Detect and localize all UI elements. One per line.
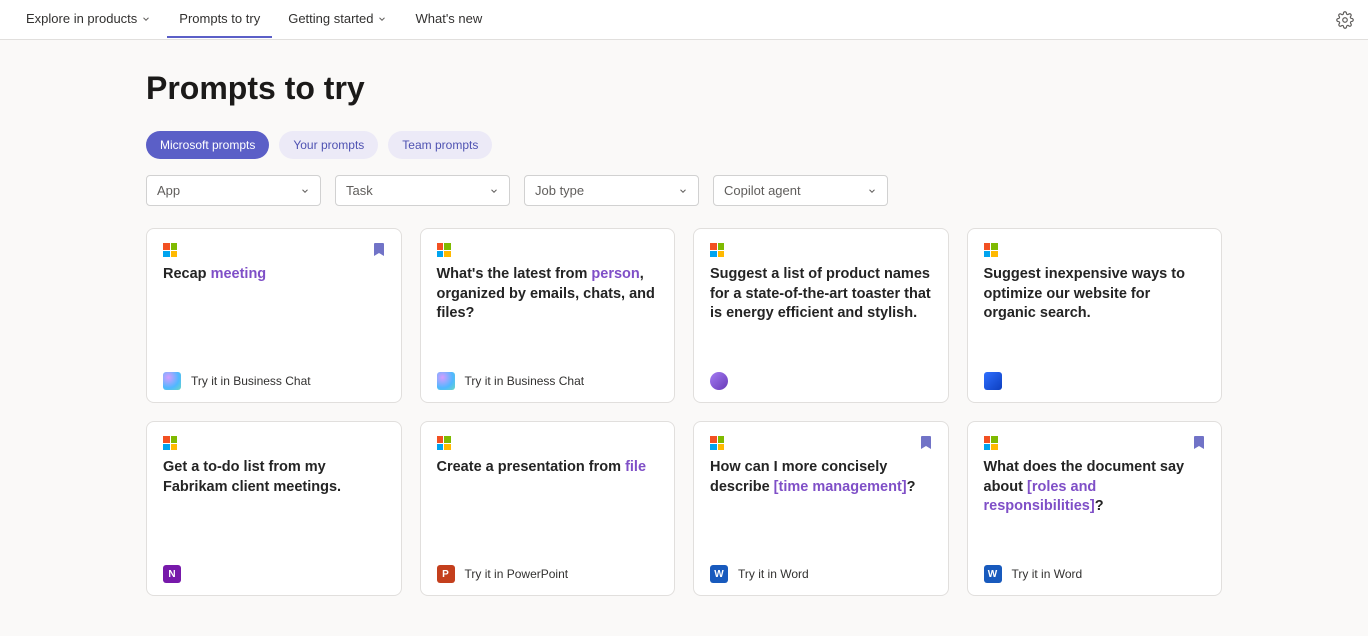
app-clip-icon <box>984 372 1002 390</box>
card-footer[interactable]: P Try it in PowerPoint <box>437 565 659 583</box>
app-loop-icon <box>710 372 728 390</box>
filter-label: Copilot agent <box>724 183 801 198</box>
chevron-down-icon <box>867 186 877 196</box>
prompt-card-4[interactable]: Get a to-do list from my Fabrikam client… <box>146 421 402 596</box>
prompt-card-0[interactable]: Recap meeting Try it in Business Chat <box>146 228 402 403</box>
prompt-text: Recap meeting <box>163 265 385 362</box>
prompt-card-5[interactable]: Create a presentation from file P Try it i… <box>420 421 676 596</box>
footer-label: Try it in PowerPoint <box>465 567 569 581</box>
filter-label: Task <box>346 183 373 198</box>
nav-item-1[interactable]: Prompts to try <box>167 1 272 38</box>
footer-label: Try it in Word <box>738 567 809 581</box>
card-footer[interactable]: N <box>163 565 385 583</box>
filter-select-2[interactable]: Job type <box>524 175 699 206</box>
prompt-text: Suggest a list of product names for a st… <box>710 265 932 362</box>
microsoft-logo-icon <box>710 436 724 450</box>
card-footer[interactable]: W Try it in Word <box>710 565 932 583</box>
footer-label: Try it in Business Chat <box>191 374 311 388</box>
microsoft-logo-icon <box>437 436 451 450</box>
prompt-card-6[interactable]: How can I more concisely describe [time … <box>693 421 949 596</box>
chevron-down-icon <box>678 186 688 196</box>
chevron-down-icon <box>377 14 387 24</box>
chevron-down-icon <box>489 186 499 196</box>
settings-icon[interactable] <box>1336 11 1354 29</box>
tab-1[interactable]: Your prompts <box>279 131 378 159</box>
bookmark-icon[interactable] <box>1193 436 1205 450</box>
tab-0[interactable]: Microsoft prompts <box>146 131 269 159</box>
footer-label: Try it in Word <box>1012 567 1083 581</box>
app-pp-icon: P <box>437 565 455 583</box>
filter-label: Job type <box>535 183 584 198</box>
card-footer[interactable] <box>984 372 1206 390</box>
nav-item-label: What's new <box>415 11 482 26</box>
tab-2[interactable]: Team prompts <box>388 131 492 159</box>
nav-item-0[interactable]: Explore in products <box>14 1 163 38</box>
nav-item-label: Getting started <box>288 11 373 26</box>
prompt-text: Create a presentation from file <box>437 458 659 555</box>
prompt-text: Suggest inexpensive ways to optimize our… <box>984 265 1206 362</box>
filter-select-1[interactable]: Task <box>335 175 510 206</box>
prompt-text: What does the document say about [roles … <box>984 458 1206 555</box>
app-on-icon: N <box>163 565 181 583</box>
prompt-text: How can I more concisely describe [time … <box>710 458 932 555</box>
nav-item-label: Prompts to try <box>179 11 260 26</box>
app-biz-icon <box>163 372 181 390</box>
chevron-down-icon <box>300 186 310 196</box>
app-biz-icon <box>437 372 455 390</box>
nav-item-2[interactable]: Getting started <box>276 1 399 38</box>
bookmark-icon[interactable] <box>373 243 385 257</box>
microsoft-logo-icon <box>163 243 177 257</box>
nav-item-label: Explore in products <box>26 11 137 26</box>
microsoft-logo-icon <box>163 436 177 450</box>
filter-select-3[interactable]: Copilot agent <box>713 175 888 206</box>
card-footer[interactable]: Try it in Business Chat <box>163 372 385 390</box>
microsoft-logo-icon <box>710 243 724 257</box>
microsoft-logo-icon <box>984 243 998 257</box>
filter-select-0[interactable]: App <box>146 175 321 206</box>
nav-item-3[interactable]: What's new <box>403 1 494 38</box>
prompt-card-7[interactable]: What does the document say about [roles … <box>967 421 1223 596</box>
prompt-card-3[interactable]: Suggest inexpensive ways to optimize our… <box>967 228 1223 403</box>
microsoft-logo-icon <box>984 436 998 450</box>
app-wd-icon: W <box>984 565 1002 583</box>
card-footer[interactable] <box>710 372 932 390</box>
app-wd-icon: W <box>710 565 728 583</box>
microsoft-logo-icon <box>437 243 451 257</box>
bookmark-icon[interactable] <box>920 436 932 450</box>
prompt-text: What's the latest from person, organized… <box>437 265 659 362</box>
card-footer[interactable]: Try it in Business Chat <box>437 372 659 390</box>
chevron-down-icon <box>141 14 151 24</box>
footer-label: Try it in Business Chat <box>465 374 585 388</box>
prompt-card-2[interactable]: Suggest a list of product names for a st… <box>693 228 949 403</box>
prompt-text: Get a to-do list from my Fabrikam client… <box>163 458 385 555</box>
card-footer[interactable]: W Try it in Word <box>984 565 1206 583</box>
filter-label: App <box>157 183 180 198</box>
page-title: Prompts to try <box>146 70 1222 107</box>
prompt-card-1[interactable]: What's the latest from person, organized… <box>420 228 676 403</box>
